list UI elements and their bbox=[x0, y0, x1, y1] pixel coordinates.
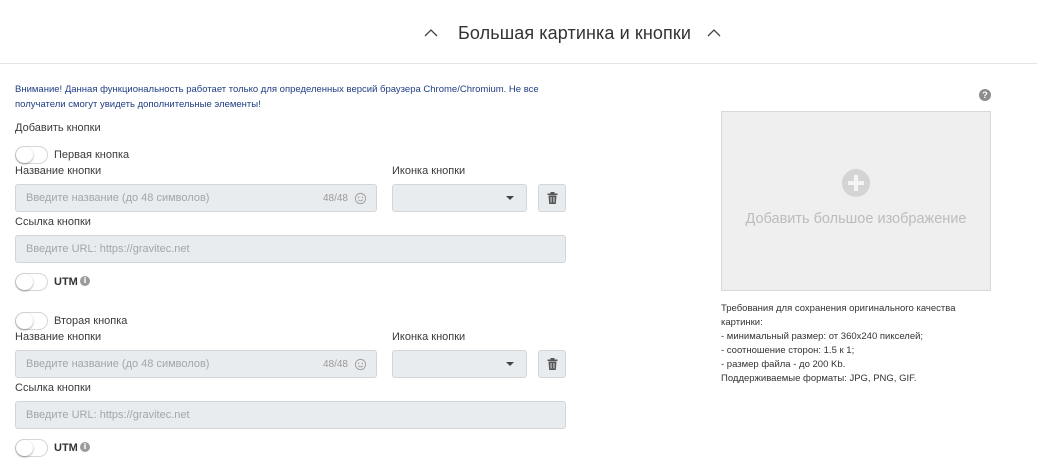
toggle-knob bbox=[16, 313, 33, 329]
info-icon[interactable]: i bbox=[80, 276, 90, 286]
char-counter: 48/48 bbox=[322, 359, 348, 370]
first-button-link-input[interactable] bbox=[16, 236, 565, 262]
second-button-toggle-label: Вторая кнопка bbox=[54, 315, 128, 327]
smile-icon[interactable] bbox=[354, 358, 367, 371]
second-button-name-field: 48/48 bbox=[15, 350, 377, 378]
section-title: Большая картинка и кнопки bbox=[458, 23, 691, 43]
first-button-delete-button[interactable] bbox=[538, 184, 566, 212]
first-button-icon-select[interactable] bbox=[392, 184, 527, 212]
utm-label: UTM bbox=[54, 276, 78, 288]
toggle-knob bbox=[16, 147, 33, 163]
plus-circle-icon bbox=[842, 169, 870, 197]
caret-down-icon bbox=[506, 362, 514, 366]
info-icon[interactable]: i bbox=[80, 442, 90, 452]
chevron-up-icon[interactable] bbox=[706, 25, 722, 41]
toggle-knob bbox=[16, 274, 33, 290]
caret-down-icon bbox=[506, 196, 514, 200]
toggle-knob bbox=[16, 440, 33, 456]
browser-warning: Внимание! Данная функциональность работа… bbox=[15, 84, 539, 110]
utm-label: UTM bbox=[54, 442, 78, 454]
second-button-delete-button[interactable] bbox=[538, 350, 566, 378]
second-button-link-field bbox=[15, 401, 566, 429]
trash-icon bbox=[547, 192, 558, 204]
second-button-icon-select[interactable] bbox=[392, 350, 527, 378]
second-button-toggle[interactable] bbox=[15, 312, 48, 330]
trash-icon bbox=[547, 358, 558, 370]
image-requirements: Требования для сохранения оригинального … bbox=[721, 302, 991, 386]
button-link-label: Ссылка кнопки bbox=[15, 216, 91, 228]
button-name-label: Название кнопки bbox=[15, 165, 102, 177]
button-icon-label: Иконка кнопки bbox=[392, 165, 466, 177]
char-counter: 48/48 bbox=[322, 193, 348, 204]
requirement-line: - соотношение сторон: 1.5 к 1; bbox=[721, 345, 855, 356]
requirement-line: - минимальный размер: от 360x240 пикселе… bbox=[721, 331, 924, 342]
add-large-image-dropzone[interactable]: Добавить большое изображение bbox=[721, 111, 991, 291]
first-button-toggle[interactable] bbox=[15, 146, 48, 164]
first-button-name-field: 48/48 bbox=[15, 184, 377, 212]
section-header: Большая картинка и кнопки bbox=[0, 0, 1037, 64]
question-icon[interactable]: ? bbox=[979, 89, 991, 101]
first-button-toggle-label: Первая кнопка bbox=[54, 149, 130, 161]
add-image-text: Добавить большое изображение bbox=[745, 211, 967, 227]
second-button-link-input[interactable] bbox=[16, 402, 565, 428]
requirement-line: Поддерживаемые форматы: JPG, PNG, GIF. bbox=[721, 373, 917, 384]
first-button-link-field bbox=[15, 235, 566, 263]
requirement-line: - размер файла - до 200 Kb. bbox=[721, 359, 846, 370]
button-icon-label: Иконка кнопки bbox=[392, 331, 466, 343]
second-button-utm-toggle[interactable] bbox=[15, 439, 48, 457]
button-name-label: Название кнопки bbox=[15, 331, 102, 343]
first-button-utm-toggle[interactable] bbox=[15, 273, 48, 291]
requirement-line: Требования для сохранения оригинального … bbox=[721, 303, 956, 328]
button-link-label: Ссылка кнопки bbox=[15, 382, 91, 394]
chevron-up-icon[interactable] bbox=[423, 25, 439, 41]
smile-icon[interactable] bbox=[354, 192, 367, 205]
add-buttons-label: Добавить кнопки bbox=[15, 122, 101, 134]
